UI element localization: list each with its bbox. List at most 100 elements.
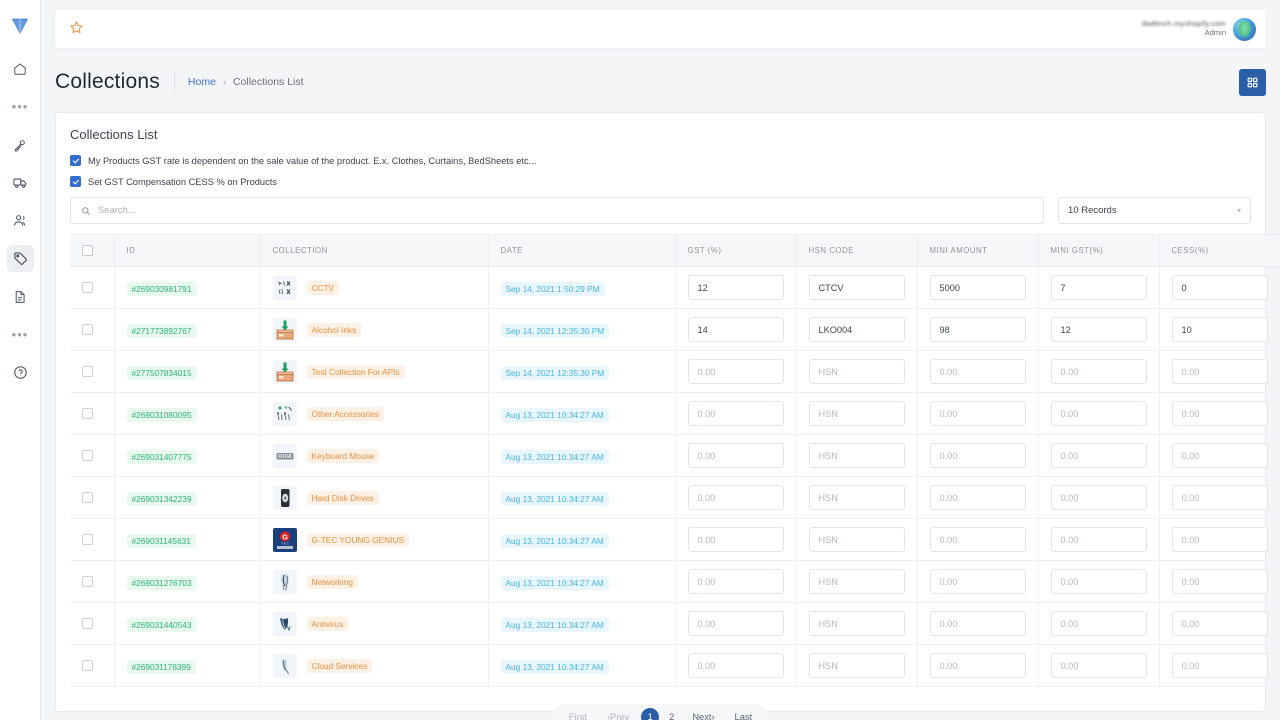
mini-gst-input[interactable] <box>1051 653 1147 678</box>
hsn-code-input[interactable] <box>809 317 905 342</box>
gst-input[interactable] <box>688 443 784 468</box>
row-checkbox[interactable] <box>82 282 93 293</box>
pagination-page-1[interactable]: 1 <box>641 708 659 720</box>
hsn-code-input[interactable] <box>809 401 905 426</box>
collection-id-link[interactable]: #269031276703 <box>127 576 197 590</box>
row-checkbox[interactable] <box>82 450 93 461</box>
row-mini-amount-cell[interactable] <box>917 351 1038 393</box>
gst-input[interactable] <box>688 317 784 342</box>
row-cess-cell[interactable] <box>1159 435 1280 477</box>
collection-name-link[interactable]: Test Collection For APIs <box>307 365 405 379</box>
row-gst-cell[interactable] <box>675 435 796 477</box>
collection-id-link[interactable]: #269031080095 <box>127 408 197 422</box>
app-logo[interactable] <box>5 11 35 41</box>
pagination-last[interactable]: Last <box>725 709 763 720</box>
gst-input[interactable] <box>688 527 784 552</box>
row-cess-cell[interactable] <box>1159 393 1280 435</box>
cess-input[interactable] <box>1172 359 1269 384</box>
pagination-prev[interactable]: ‹Prev <box>597 709 639 720</box>
cess-checkbox[interactable] <box>70 176 81 187</box>
row-gst-cell[interactable] <box>675 561 796 603</box>
row-gst-cell[interactable] <box>675 603 796 645</box>
cess-input[interactable] <box>1172 317 1269 342</box>
pagination-first[interactable]: First <box>559 709 597 720</box>
breadcrumb-home[interactable]: Home <box>188 76 216 88</box>
cess-input[interactable] <box>1172 401 1269 426</box>
mini-amount-input[interactable] <box>930 527 1026 552</box>
pagination-next[interactable]: Next› <box>682 709 724 720</box>
search-input[interactable] <box>98 205 1033 216</box>
row-mini-gst-cell[interactable] <box>1038 519 1159 561</box>
collection-id-link[interactable]: #269030981791 <box>127 282 197 296</box>
mini-amount-input[interactable] <box>930 359 1026 384</box>
mini-amount-input[interactable] <box>930 443 1026 468</box>
row-cess-cell[interactable] <box>1159 603 1280 645</box>
hsn-code-input[interactable] <box>809 611 905 636</box>
gst-input[interactable] <box>688 275 784 300</box>
mini-amount-input[interactable] <box>930 275 1026 300</box>
collection-name-link[interactable]: Antivirus <box>307 617 349 631</box>
row-cess-cell[interactable] <box>1159 561 1280 603</box>
mini-amount-input[interactable] <box>930 569 1026 594</box>
collection-name-link[interactable]: CCTV <box>307 281 340 295</box>
row-mini-gst-cell[interactable] <box>1038 267 1159 309</box>
mini-amount-input[interactable] <box>930 611 1026 636</box>
mini-gst-input[interactable] <box>1051 611 1147 636</box>
mini-gst-input[interactable] <box>1051 569 1147 594</box>
mini-gst-input[interactable] <box>1051 527 1147 552</box>
row-hsn-cell[interactable] <box>796 393 917 435</box>
mini-gst-input[interactable] <box>1051 443 1147 468</box>
collection-id-link[interactable]: #269031342239 <box>127 492 197 506</box>
cess-input[interactable] <box>1172 275 1269 300</box>
hsn-code-input[interactable] <box>809 653 905 678</box>
sidebar-item-help[interactable] <box>7 359 34 386</box>
row-cess-cell[interactable] <box>1159 645 1280 687</box>
row-hsn-cell[interactable] <box>796 477 917 519</box>
hsn-code-input[interactable] <box>809 275 905 300</box>
row-mini-gst-cell[interactable] <box>1038 435 1159 477</box>
sidebar-item-customers[interactable] <box>7 207 34 234</box>
row-checkbox[interactable] <box>82 492 93 503</box>
cess-input[interactable] <box>1172 611 1269 636</box>
gst-input[interactable] <box>688 359 784 384</box>
sidebar-item-settings-key[interactable] <box>7 131 34 158</box>
collection-name-link[interactable]: Alcohol Inks <box>307 323 362 337</box>
row-cess-cell[interactable] <box>1159 477 1280 519</box>
collection-id-link[interactable]: #277507834015 <box>127 366 197 380</box>
row-mini-gst-cell[interactable] <box>1038 603 1159 645</box>
row-mini-gst-cell[interactable] <box>1038 645 1159 687</box>
row-mini-amount-cell[interactable] <box>917 519 1038 561</box>
row-gst-cell[interactable] <box>675 309 796 351</box>
row-mini-gst-cell[interactable] <box>1038 393 1159 435</box>
cess-input[interactable] <box>1172 653 1269 678</box>
row-checkbox[interactable] <box>82 324 93 335</box>
mini-amount-input[interactable] <box>930 485 1026 510</box>
collection-name-link[interactable]: Keyboard Mouse <box>307 449 380 463</box>
row-mini-amount-cell[interactable] <box>917 267 1038 309</box>
row-cess-cell[interactable] <box>1159 267 1280 309</box>
gst-input[interactable] <box>688 401 784 426</box>
collection-name-link[interactable]: Hard Disk Drives <box>307 491 379 505</box>
cess-input[interactable] <box>1172 569 1269 594</box>
row-checkbox[interactable] <box>82 366 93 377</box>
row-hsn-cell[interactable] <box>796 645 917 687</box>
row-hsn-cell[interactable] <box>796 351 917 393</box>
mini-gst-input[interactable] <box>1051 275 1147 300</box>
pagination-page-2[interactable]: 2 <box>661 709 682 720</box>
row-hsn-cell[interactable] <box>796 561 917 603</box>
mini-amount-input[interactable] <box>930 401 1026 426</box>
row-hsn-cell[interactable] <box>796 267 917 309</box>
row-mini-amount-cell[interactable] <box>917 645 1038 687</box>
row-mini-amount-cell[interactable] <box>917 477 1038 519</box>
sidebar-item-collections[interactable] <box>7 245 34 272</box>
row-hsn-cell[interactable] <box>796 519 917 561</box>
gst-input[interactable] <box>688 569 784 594</box>
mini-gst-input[interactable] <box>1051 359 1147 384</box>
gst-input[interactable] <box>688 653 784 678</box>
row-mini-amount-cell[interactable] <box>917 603 1038 645</box>
hsn-code-input[interactable] <box>809 485 905 510</box>
hsn-code-input[interactable] <box>809 569 905 594</box>
row-cess-cell[interactable] <box>1159 351 1280 393</box>
row-cess-cell[interactable] <box>1159 519 1280 561</box>
mini-gst-input[interactable] <box>1051 401 1147 426</box>
